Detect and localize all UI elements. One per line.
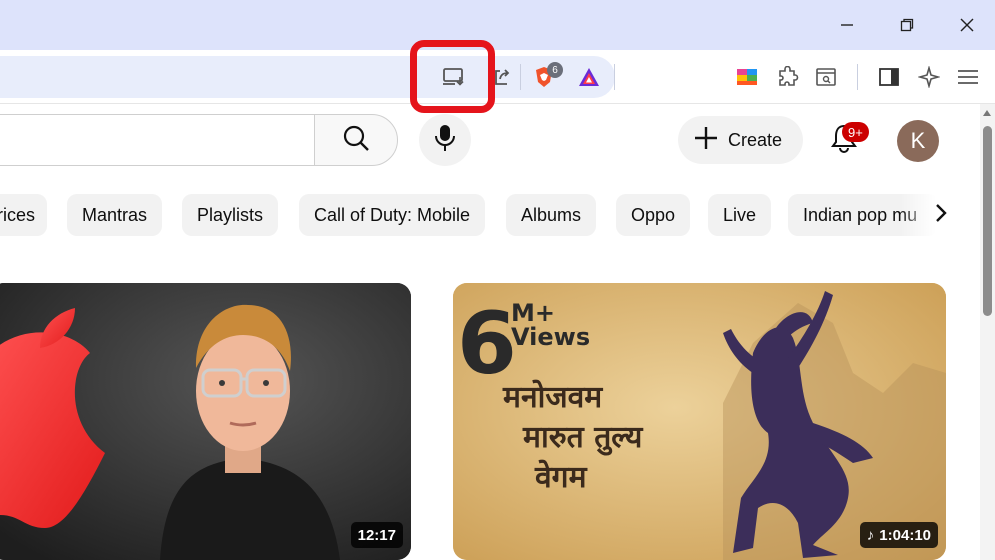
overlay-text-line: मनोजवम <box>503 380 603 415</box>
microphone-icon <box>434 124 456 157</box>
thumbnail-artwork <box>0 283 411 560</box>
tab-colors-icon[interactable] <box>730 60 764 94</box>
page-scrollbar[interactable] <box>980 104 995 560</box>
close-icon[interactable] <box>952 10 982 40</box>
shield-count-badge: 6 <box>547 62 563 78</box>
minimize-icon[interactable] <box>832 10 862 40</box>
search-icon <box>342 124 370 157</box>
address-bar[interactable] <box>0 56 615 98</box>
duration-text: 1:04:10 <box>879 526 931 544</box>
chip-filter[interactable]: Live <box>708 194 772 236</box>
chip-filter[interactable]: Albums <box>506 194 597 236</box>
views-suffix: M+ <box>511 299 555 327</box>
sidebar-icon[interactable] <box>872 60 906 94</box>
search-button[interactable] <box>314 114 398 166</box>
chip-filter[interactable]: rices <box>0 194 47 236</box>
highlight-box <box>410 40 495 113</box>
overlay-text-line: वेगम <box>535 460 587 495</box>
video-duration: ♪ 1:04:10 <box>859 522 938 548</box>
brave-rewards-icon[interactable] <box>572 60 606 94</box>
leo-ai-icon[interactable] <box>912 60 946 94</box>
extensions-icon[interactable] <box>771 60 805 94</box>
create-button[interactable]: Create <box>678 116 803 164</box>
chip-filter[interactable]: Call of Duty: Mobile <box>299 194 486 236</box>
browser-window: 6 Create 9+ K rices Mantras Playlists Ca… <box>0 0 995 560</box>
toolbar-divider <box>614 64 615 90</box>
overlay-text-line: मारुत तुल्य <box>523 420 643 455</box>
browser-toolbar <box>0 50 995 104</box>
music-note-icon: ♪ <box>866 526 875 544</box>
chip-filter[interactable]: Oppo <box>616 194 691 236</box>
reader-icon[interactable] <box>809 60 843 94</box>
video-duration: 12:17 <box>350 522 403 548</box>
chip-filter[interactable]: Playlists <box>182 194 279 236</box>
plus-icon <box>694 126 718 155</box>
chip-filter[interactable]: Mantras <box>67 194 163 236</box>
notification-count-badge: 9+ <box>842 122 869 142</box>
chips-next-button[interactable] <box>922 196 960 234</box>
video-thumbnail[interactable]: 12:17 <box>0 283 411 560</box>
menu-icon[interactable] <box>951 60 985 94</box>
video-thumbnail[interactable]: 6 M+ Views मनोजवम मारुत तुल्य वेगम ♪ 1:0… <box>453 283 946 560</box>
chevron-right-icon <box>934 203 948 228</box>
scroll-up-arrow-icon[interactable] <box>983 110 991 116</box>
voice-search-button[interactable] <box>419 114 471 166</box>
scrollbar-thumb[interactable] <box>983 126 992 316</box>
avatar[interactable]: K <box>897 120 939 162</box>
search-input[interactable] <box>0 114 316 166</box>
views-label: Views <box>511 323 591 351</box>
toolbar-divider <box>857 64 858 90</box>
create-label: Create <box>728 129 783 150</box>
window-titlebar <box>0 0 995 50</box>
toolbar-divider <box>520 64 521 90</box>
restore-icon[interactable] <box>892 10 922 40</box>
